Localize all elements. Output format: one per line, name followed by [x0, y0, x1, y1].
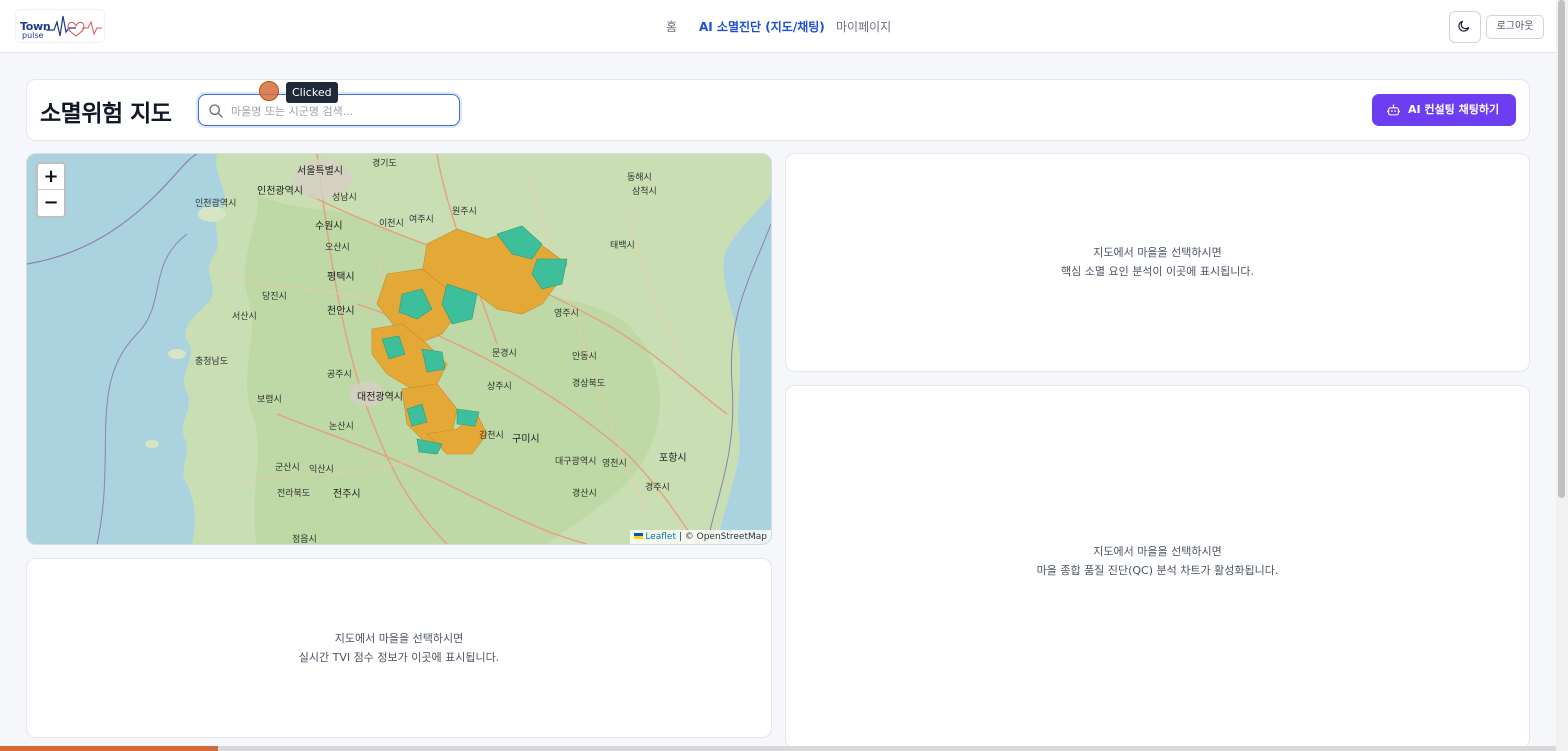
map-label: 보령시 — [257, 393, 282, 405]
moon-icon — [1458, 20, 1470, 32]
click-tooltip: Clicked — [286, 82, 338, 103]
zoom-in-button[interactable]: + — [38, 164, 64, 190]
nav-mypage[interactable]: 마이페이지 — [836, 18, 891, 35]
search-icon — [209, 104, 223, 118]
map-label: 성남시 — [332, 192, 357, 203]
map-label: 전주시 — [333, 488, 361, 500]
map-label: 문경시 — [492, 347, 517, 359]
map-label: 서산시 — [232, 311, 257, 322]
map-label: 당진시 — [262, 291, 287, 302]
map-label: 대전광역시 — [357, 391, 403, 403]
theme-toggle-button[interactable] — [1449, 11, 1481, 43]
nav-ai-diagnosis[interactable]: AI 소멸진단 (지도/채팅) — [699, 18, 825, 35]
map-label: 김천시 — [479, 429, 504, 441]
map-header-card: 소멸위험 지도 AI 컨설팅 채팅하기 — [26, 79, 1530, 141]
ukraine-flag-icon — [634, 533, 644, 539]
logout-button[interactable]: 로그아웃 — [1486, 15, 1544, 39]
map-label: 경기도 — [372, 157, 397, 169]
ai-consulting-chat-button[interactable]: AI 컨설팅 채팅하기 — [1372, 94, 1516, 126]
map-label: 여주시 — [409, 213, 434, 225]
map-tiles[interactable]: 서울특별시 경기도 인천광역시 성남시 인천광역시 수원시 이천시 여주시 원주… — [27, 154, 771, 544]
quality-panel-line2: 마을 종합 품질 진단(QC) 분석 차트가 활성화됩니다. — [1036, 564, 1279, 577]
map-label: 경주시 — [645, 481, 670, 493]
map-label: 충청남도 — [195, 356, 228, 367]
map-label: 오산시 — [325, 242, 350, 253]
logo-text-pulse: pulse — [22, 31, 44, 40]
map-label: 원주시 — [452, 206, 477, 217]
search-input[interactable] — [229, 100, 453, 122]
map-label: 영주시 — [554, 308, 579, 319]
risk-map[interactable]: 서울특별시 경기도 인천광역시 성남시 인천광역시 수원시 이천시 여주시 원주… — [26, 153, 772, 545]
map-label: 동해시 — [627, 172, 652, 183]
page-title: 소멸위험 지도 — [40, 101, 172, 127]
heartbeat-icon — [46, 15, 102, 37]
quality-panel-line1: 지도에서 마을을 선택하시면 — [1093, 545, 1222, 558]
chat-button-label: AI 컨설팅 채팅하기 — [1408, 103, 1500, 116]
map-label: 태백시 — [610, 240, 635, 251]
map-label: 정읍시 — [292, 534, 317, 544]
leaflet-link[interactable]: Leaflet — [645, 532, 676, 542]
factor-panel-line1: 지도에서 마을을 선택하시면 — [1093, 246, 1222, 259]
map-label: 안동시 — [572, 351, 597, 362]
townpulse-logo[interactable]: Town pulse — [16, 10, 104, 42]
osm-attribution: | © OpenStreetMap — [678, 532, 767, 542]
map-label: 이천시 — [379, 218, 404, 229]
map-label: 경상북도 — [572, 377, 605, 389]
zoom-control: + − — [36, 162, 66, 218]
map-label: 대구광역시 — [555, 455, 596, 467]
map-label: 천안시 — [327, 305, 355, 317]
factor-analysis-panel: 지도에서 마을을 선택하시면 핵심 소멸 요인 분석이 이곳에 표시됩니다. — [785, 153, 1530, 372]
map-label: 영천시 — [602, 458, 627, 469]
map-label: 논산시 — [329, 421, 354, 432]
page-progress-fill — [0, 746, 218, 751]
map-label: 인천광역시 — [257, 185, 303, 197]
zoom-out-button[interactable]: − — [38, 190, 64, 216]
map-label: 구미시 — [512, 433, 540, 445]
map-label: 상주시 — [487, 381, 512, 392]
tvi-panel-line1: 지도에서 마을을 선택하시면 — [334, 632, 464, 645]
island — [145, 440, 159, 448]
robot-icon — [1387, 104, 1400, 116]
map-label: 포항시 — [659, 452, 687, 464]
tvi-score-panel: 지도에서 마을을 선택하시면 실시간 TVI 점수 정보가 이곳에 표시됩니다. — [26, 558, 772, 738]
click-indicator — [259, 81, 279, 101]
nav-home[interactable]: 홈 — [666, 18, 677, 35]
factor-panel-line2: 핵심 소멸 요인 분석이 이곳에 표시됩니다. — [1060, 265, 1255, 278]
top-navbar: Town pulse 홈 AI 소멸진단 (지도/채팅) 마이페이지 로그아웃 — [0, 0, 1556, 53]
map-label: 군산시 — [275, 462, 300, 473]
map-label: 경산시 — [572, 487, 597, 499]
map-label: 서울특별시 — [297, 165, 343, 177]
map-label: 익산시 — [309, 463, 334, 475]
map-label: 인천광역시 — [195, 197, 236, 209]
map-label: 전라북도 — [277, 488, 310, 499]
island — [168, 349, 186, 359]
scrollbar-thumb[interactable] — [1558, 0, 1565, 498]
page-progress-track — [0, 746, 1556, 751]
map-label: 수원시 — [315, 220, 343, 232]
map-label: 평택시 — [327, 271, 355, 283]
map-attribution: Leaflet | © OpenStreetMap — [630, 530, 771, 544]
maritime-boundary — [96, 233, 188, 544]
quality-diagnosis-panel: 지도에서 마을을 선택하시면 마을 종합 품질 진단(QC) 분석 차트가 활성… — [785, 385, 1530, 749]
map-label: 삼척시 — [632, 186, 657, 197]
tvi-panel-line2: 실시간 TVI 점수 정보가 이곳에 표시됩니다. — [298, 651, 500, 664]
map-label: 공주시 — [327, 369, 352, 380]
